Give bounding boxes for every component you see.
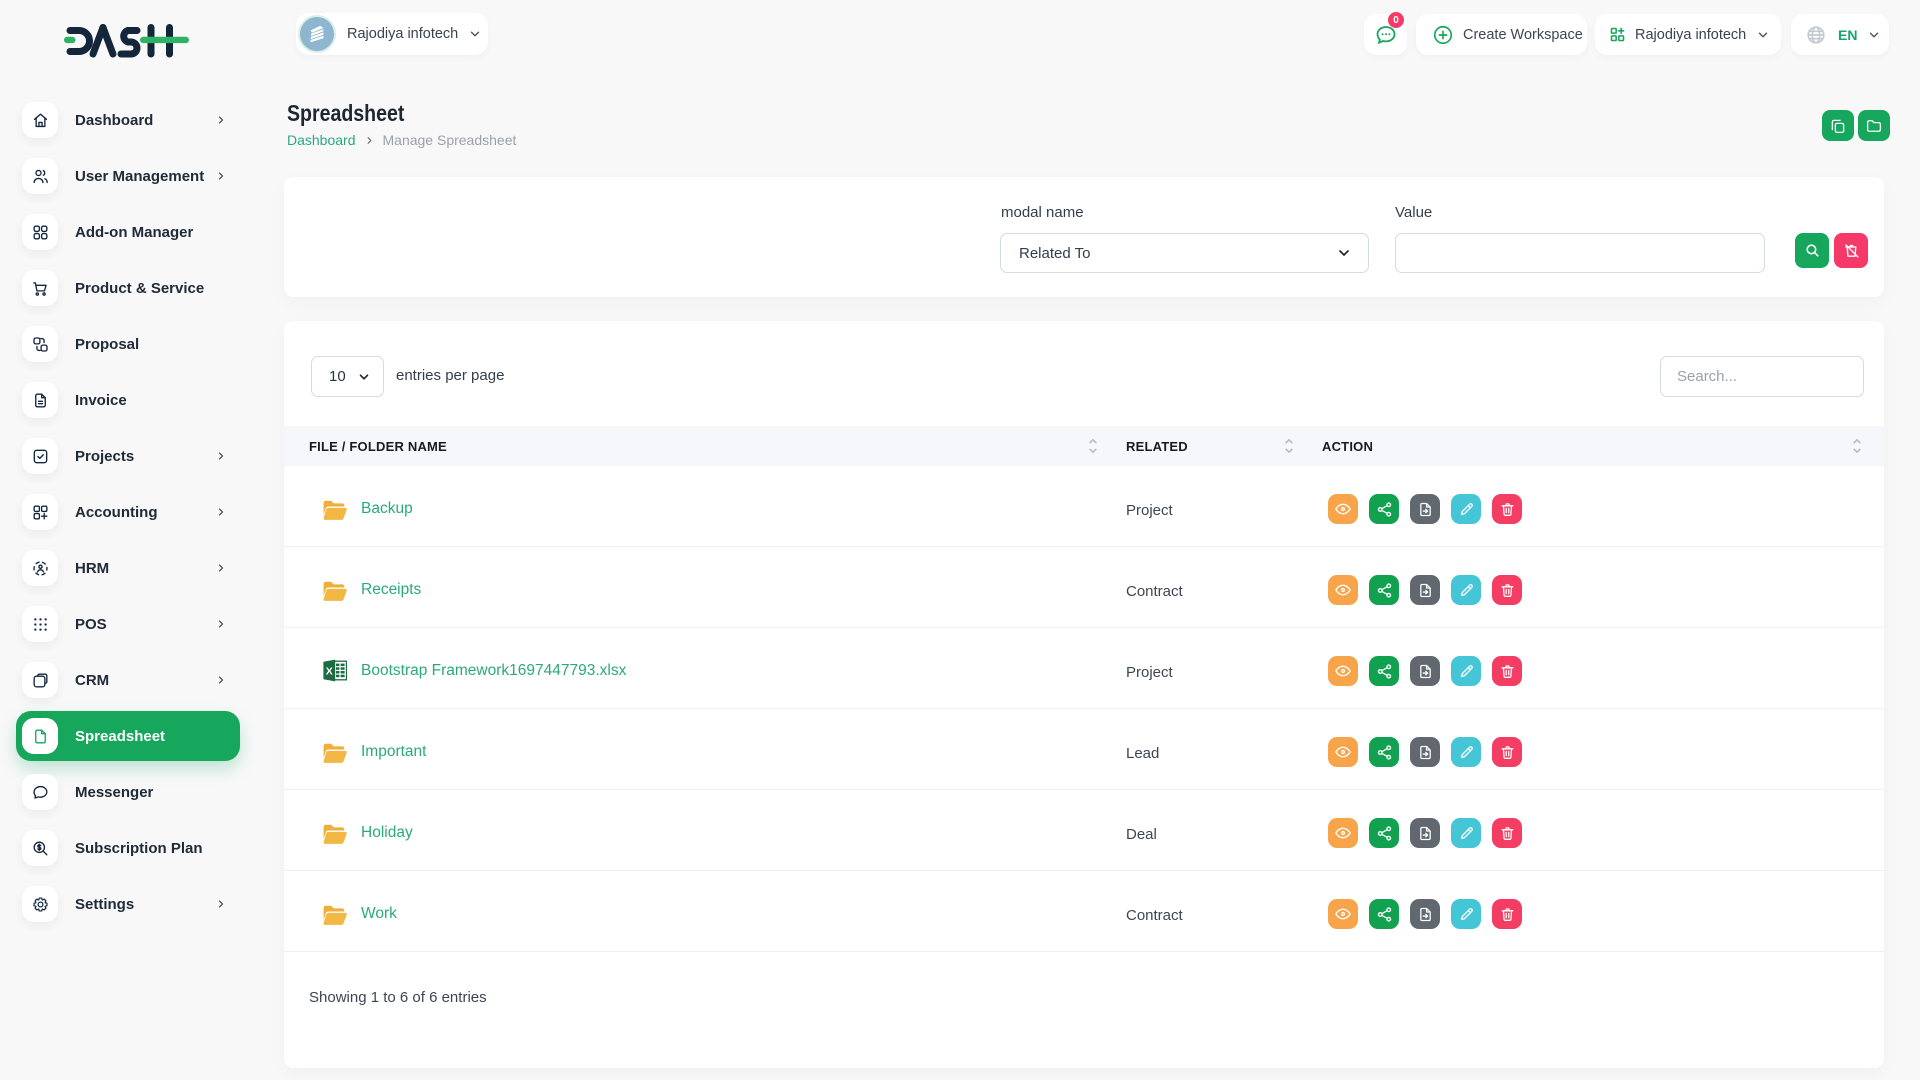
svg-text:X: X <box>326 666 333 678</box>
